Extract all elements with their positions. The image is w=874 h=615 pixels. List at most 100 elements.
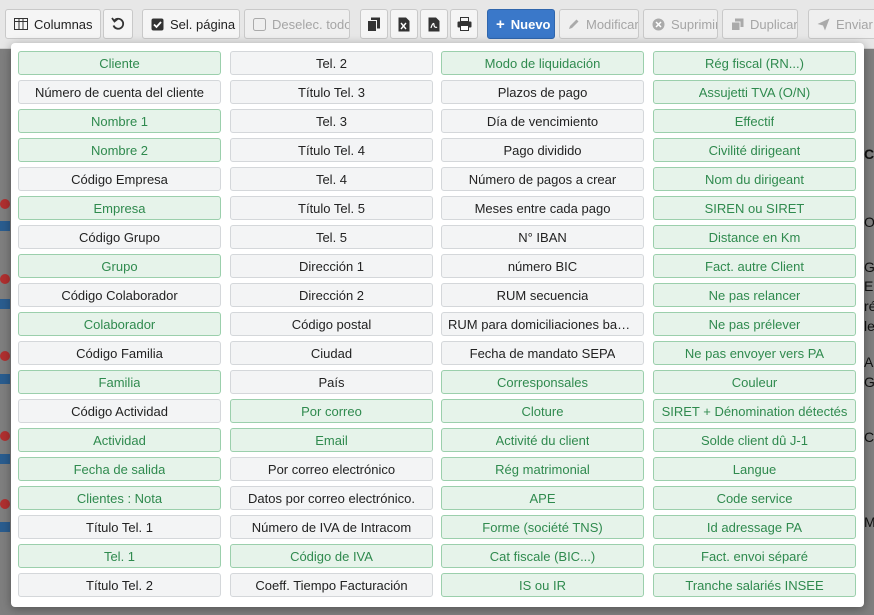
- column-toggle[interactable]: Empresa: [18, 196, 221, 220]
- pdf-export-button[interactable]: [420, 9, 448, 39]
- column-toggle-label: Couleur: [731, 374, 778, 390]
- column-toggle[interactable]: Tel. 3: [230, 109, 433, 133]
- column-toggle[interactable]: Tel. 2: [230, 51, 433, 75]
- column-toggle[interactable]: Fact. envoi séparé: [653, 544, 856, 568]
- column-toggle[interactable]: País: [230, 370, 433, 394]
- print-button[interactable]: [450, 9, 478, 39]
- column-toggle[interactable]: Tel. 4: [230, 167, 433, 191]
- modify-button[interactable]: Modificar: [559, 9, 639, 39]
- column-toggle[interactable]: Código Familia: [18, 341, 221, 365]
- column-toggle[interactable]: Ne pas prélever: [653, 312, 856, 336]
- column-toggle-label: Activité du client: [495, 432, 590, 448]
- column-toggle[interactable]: Por correo electrónico: [230, 457, 433, 481]
- column-toggle[interactable]: Nombre 1: [18, 109, 221, 133]
- duplicate-icon: [731, 18, 744, 31]
- column-toggle[interactable]: Tel. 5: [230, 225, 433, 249]
- column-toggle[interactable]: Título Tel. 3: [230, 80, 433, 104]
- column-toggle[interactable]: Solde client dû J-1: [653, 428, 856, 452]
- column-toggle[interactable]: Por correo: [230, 399, 433, 423]
- column-toggle[interactable]: Número de pagos a crear: [441, 167, 644, 191]
- column-toggle[interactable]: Colaborador: [18, 312, 221, 336]
- column-toggle[interactable]: Datos por correo electrónico.: [230, 486, 433, 510]
- column-toggle[interactable]: Fecha de salida: [18, 457, 221, 481]
- column-toggle[interactable]: Modo de liquidación: [441, 51, 644, 75]
- deselect-all-button[interactable]: Deselec. todo: [244, 9, 350, 39]
- column-toggle[interactable]: Código Empresa: [18, 167, 221, 191]
- column-toggle[interactable]: APE: [441, 486, 644, 510]
- column-toggle[interactable]: Couleur: [653, 370, 856, 394]
- column-toggle[interactable]: Assujetti TVA (O/N): [653, 80, 856, 104]
- column-toggle[interactable]: N° IBAN: [441, 225, 644, 249]
- column-toggle[interactable]: Rég fiscal (RN...): [653, 51, 856, 75]
- column-toggle[interactable]: número BIC: [441, 254, 644, 278]
- duplicate-button[interactable]: Duplicar: [722, 9, 798, 39]
- column-toggle[interactable]: Actividad: [18, 428, 221, 452]
- column-toggle[interactable]: Título Tel. 4: [230, 138, 433, 162]
- column-toggle[interactable]: SIREN ou SIRET: [653, 196, 856, 220]
- checked-box-icon: [151, 18, 164, 30]
- column-toggle[interactable]: Familia: [18, 370, 221, 394]
- reset-button[interactable]: [103, 9, 133, 39]
- column-toggle-label: Nombre 2: [90, 142, 149, 158]
- column-toggle[interactable]: Título Tel. 1: [18, 515, 221, 539]
- column-toggle-label: SIREN ou SIRET: [704, 200, 805, 216]
- column-toggle[interactable]: Dirección 2: [230, 283, 433, 307]
- copy-icon: [367, 17, 380, 32]
- column-toggle[interactable]: RUM secuencia: [441, 283, 644, 307]
- column-toggle[interactable]: Título Tel. 5: [230, 196, 433, 220]
- column-toggle[interactable]: Número de cuenta del cliente: [18, 80, 221, 104]
- column-toggle[interactable]: Grupo: [18, 254, 221, 278]
- column-toggle[interactable]: Langue: [653, 457, 856, 481]
- column-toggle[interactable]: Nombre 2: [18, 138, 221, 162]
- column-toggle-label: Datos por correo electrónico.: [248, 490, 415, 506]
- column-toggle[interactable]: Ne pas envoyer vers PA: [653, 341, 856, 365]
- column-toggle[interactable]: Ne pas relancer: [653, 283, 856, 307]
- column-toggle[interactable]: Pago dividido: [441, 138, 644, 162]
- send-button[interactable]: Enviar: [808, 9, 874, 39]
- column-toggle[interactable]: Fact. autre Client: [653, 254, 856, 278]
- copy-button[interactable]: [360, 9, 388, 39]
- column-toggle[interactable]: Clientes : Nota: [18, 486, 221, 510]
- column-toggle[interactable]: Código Actividad: [18, 399, 221, 423]
- column-toggle[interactable]: Dirección 1: [230, 254, 433, 278]
- column-toggle[interactable]: Rég matrimonial: [441, 457, 644, 481]
- column-toggle[interactable]: Código Colaborador: [18, 283, 221, 307]
- excel-export-button[interactable]: [390, 9, 418, 39]
- column-toggle[interactable]: IS ou IR: [441, 573, 644, 597]
- column-toggle[interactable]: Activité du client: [441, 428, 644, 452]
- column-toggle[interactable]: Civilité dirigeant: [653, 138, 856, 162]
- column-toggle[interactable]: Título Tel. 2: [18, 573, 221, 597]
- columns-button[interactable]: Columnas: [5, 9, 101, 39]
- column-toggle-label: Por correo electrónico: [267, 461, 396, 477]
- select-page-button[interactable]: Sel. página: [142, 9, 240, 39]
- column-toggle[interactable]: Fecha de mandato SEPA: [441, 341, 644, 365]
- column-toggle[interactable]: Id adressage PA: [653, 515, 856, 539]
- delete-button[interactable]: Suprimir: [643, 9, 718, 39]
- column-toggle[interactable]: Número de IVA de Intracom: [230, 515, 433, 539]
- column-toggle[interactable]: Código de IVA: [230, 544, 433, 568]
- column-toggle[interactable]: Effectif: [653, 109, 856, 133]
- column-toggle[interactable]: Tel. 1: [18, 544, 221, 568]
- column-toggle[interactable]: Día de vencimiento: [441, 109, 644, 133]
- column-toggle[interactable]: Plazos de pago: [441, 80, 644, 104]
- column-toggle[interactable]: RUM para domiciliaciones bancarias: [441, 312, 644, 336]
- new-button[interactable]: + Nuevo: [487, 9, 555, 39]
- column-toggle[interactable]: Tranche salariés INSEE: [653, 573, 856, 597]
- column-toggle[interactable]: Corresponsales: [441, 370, 644, 394]
- column-toggle[interactable]: Cloture: [441, 399, 644, 423]
- column-toggle[interactable]: Code service: [653, 486, 856, 510]
- column-toggle[interactable]: Meses entre cada pago: [441, 196, 644, 220]
- column-toggle[interactable]: Código postal: [230, 312, 433, 336]
- column-toggle[interactable]: Código Grupo: [18, 225, 221, 249]
- column-toggle[interactable]: Forme (société TNS): [441, 515, 644, 539]
- column-toggle[interactable]: Nom du dirigeant: [653, 167, 856, 191]
- column-toggle[interactable]: Coeff. Tiempo Facturación: [230, 573, 433, 597]
- column-toggle-label: Familia: [98, 374, 141, 390]
- column-toggle[interactable]: Email: [230, 428, 433, 452]
- column-toggle[interactable]: Distance en Km: [653, 225, 856, 249]
- column-toggle[interactable]: Cat fiscale (BIC...): [441, 544, 644, 568]
- column-toggle[interactable]: Ciudad: [230, 341, 433, 365]
- column-toggle[interactable]: Cliente: [18, 51, 221, 75]
- column-toggle[interactable]: SIRET + Dénomination détectés: [653, 399, 856, 423]
- bg-letter: A: [864, 354, 874, 370]
